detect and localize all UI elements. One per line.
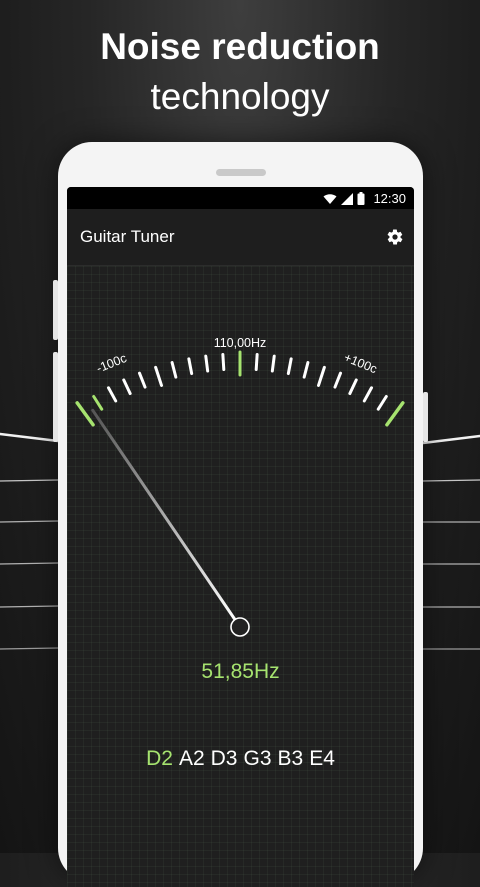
gauge-tick — [138, 371, 147, 389]
phone-side-button-left — [53, 280, 58, 340]
gauge-tick — [254, 353, 259, 372]
gauge-max-label: +100c — [342, 350, 379, 376]
note-d3[interactable]: D3 — [208, 747, 241, 771]
status-bar: 12:30 — [67, 187, 414, 209]
status-time: 12:30 — [373, 191, 406, 206]
gauge-tick — [122, 378, 132, 396]
gauge-tick — [302, 361, 310, 379]
gauge-tick — [75, 401, 95, 427]
app-title: Guitar Tuner — [80, 227, 175, 246]
tuner-panel: 110,00Hz -100c +100c 51,85Hz D2 A2 D3 G3 B3 E… — [67, 266, 414, 887]
note-d2[interactable]: D2 — [143, 747, 176, 771]
tuner-needle — [91, 408, 238, 622]
note-b3[interactable]: B3 — [275, 747, 307, 771]
gauge-tick — [362, 386, 374, 403]
gauge-tick — [204, 354, 210, 373]
phone-side-button-right — [423, 392, 428, 442]
left-strings — [0, 432, 60, 650]
gauge-tick — [154, 365, 164, 387]
gauge-min-label: -100c — [94, 351, 128, 376]
gauge-tick — [333, 371, 342, 389]
app-bar: Guitar Tuner — [67, 209, 414, 266]
gauge-target-frequency: 110,00Hz — [214, 336, 267, 350]
phone-side-button-left-lower — [53, 352, 58, 442]
phone-speaker — [216, 169, 266, 176]
gauge-tick — [106, 386, 118, 403]
cell-signal-icon — [341, 192, 354, 205]
gauge-tick — [286, 357, 293, 376]
battery-icon — [357, 192, 365, 205]
app-screen: 12:30 Guitar Tuner 110,00Hz -100c +100c … — [67, 187, 414, 887]
gauge-tick — [316, 365, 326, 387]
note-g3[interactable]: G3 — [241, 747, 275, 771]
gear-icon[interactable] — [386, 228, 404, 246]
phone-frame: 12:30 Guitar Tuner 110,00Hz -100c +100c … — [53, 142, 428, 887]
tuner-gauge: 110,00Hz -100c +100c — [75, 336, 405, 637]
gauge-tick — [348, 378, 358, 396]
detected-frequency: 51,85Hz — [201, 660, 280, 683]
gauge-tick — [376, 394, 388, 411]
gauge-tick — [92, 394, 104, 411]
string-selector: D2 A2 D3 G3 B3 E4 — [67, 747, 414, 771]
gauge-tick — [187, 357, 194, 376]
gauge-tick — [270, 354, 276, 373]
note-a2[interactable]: A2 — [176, 747, 208, 771]
gauge-tick — [170, 361, 178, 379]
gauge-tick — [221, 353, 226, 372]
wifi-icon — [323, 193, 337, 204]
gauge-tick — [385, 401, 405, 427]
right-strings — [421, 434, 480, 650]
needle-pivot — [230, 617, 250, 637]
note-e4[interactable]: E4 — [306, 747, 338, 771]
